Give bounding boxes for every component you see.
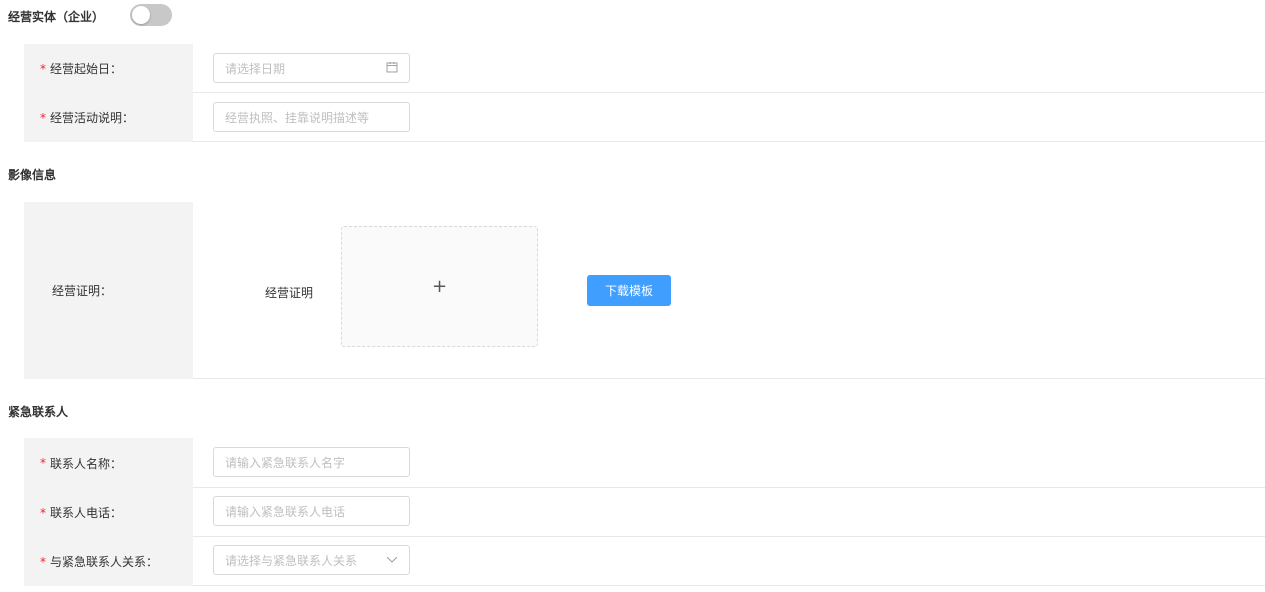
business-start-label: 经营起始日： xyxy=(50,62,123,76)
form-row-contact-phone: * 联系人电话： 请输入紧急联系人电话 xyxy=(24,488,1265,537)
field-label: * 联系人电话： xyxy=(24,488,193,537)
business-start-date-picker[interactable]: 请选择日期 xyxy=(213,53,410,83)
business-activity-input[interactable]: 经营执照、挂靠说明描述等 xyxy=(213,102,410,132)
field-content: 请输入紧急联系人电话 xyxy=(193,488,1265,537)
plus-icon: + xyxy=(431,276,448,297)
contact-relation-placeholder: 请选择与紧急联系人关系 xyxy=(225,553,358,568)
required-mark: * xyxy=(40,110,46,125)
upload-caption: 经营证明 xyxy=(265,286,314,300)
field-content: 经营执照、挂靠说明描述等 xyxy=(193,93,1265,142)
required-mark: * xyxy=(40,456,46,470)
form-row-contact-relation: * 与紧急联系人关系： 请选择与紧急联系人关系 xyxy=(24,537,1265,586)
chevron-down-icon xyxy=(386,553,398,568)
download-template-button[interactable]: 下载模板 xyxy=(587,275,671,306)
field-content: 请选择与紧急联系人关系 xyxy=(193,537,1265,586)
contact-phone-input[interactable]: 请输入紧急联系人电话 xyxy=(213,496,410,526)
required-mark: * xyxy=(40,505,46,520)
field-content: 经营证明 + 下载模板 xyxy=(193,202,1265,379)
contact-name-placeholder: 请输入紧急联系人名字 xyxy=(225,455,346,470)
calendar-icon xyxy=(386,61,398,76)
contact-relation-select[interactable]: 请选择与紧急联系人关系 xyxy=(213,545,410,575)
field-label: * 经营活动说明： xyxy=(24,93,193,142)
upload-area[interactable]: + xyxy=(341,226,538,347)
required-mark: * xyxy=(40,554,46,569)
contact-phone-placeholder: 请输入紧急联系人电话 xyxy=(225,504,346,519)
field-label: 经营证明： xyxy=(24,202,193,379)
business-activity-label: 经营活动说明： xyxy=(50,111,135,125)
form-row-business-proof: 经营证明： 经营证明 + 下载模板 xyxy=(24,202,1265,379)
required-mark: * xyxy=(40,61,46,76)
form-row-business-activity: * 经营活动说明： 经营执照、挂靠说明描述等 xyxy=(24,93,1265,142)
images-section-title: 影像信息 xyxy=(8,168,57,182)
field-label: * 经营起始日： xyxy=(24,44,193,93)
contact-name-input[interactable]: 请输入紧急联系人名字 xyxy=(213,447,410,477)
date-placeholder: 请选择日期 xyxy=(225,61,286,76)
field-content: 请输入紧急联系人名字 xyxy=(193,438,1265,488)
form-row-contact-name: * 联系人名称： 请输入紧急联系人名字 xyxy=(24,438,1265,488)
contact-relation-label: 与紧急联系人关系： xyxy=(50,555,159,569)
contact-name-label: 联系人名称： xyxy=(50,456,123,471)
toggle-knob xyxy=(132,6,150,24)
field-label: * 与紧急联系人关系： xyxy=(24,537,193,586)
form-row-business-start: * 经营起始日： 请选择日期 xyxy=(24,44,1265,93)
emergency-contact-title: 紧急联系人 xyxy=(8,405,69,419)
field-label: * 联系人名称： xyxy=(24,438,193,488)
business-entity-title: 经营实体（企业） xyxy=(8,10,105,24)
activity-placeholder: 经营执照、挂靠说明描述等 xyxy=(225,110,370,125)
business-entity-toggle[interactable] xyxy=(130,4,172,26)
field-content: 请选择日期 xyxy=(193,44,1265,93)
business-proof-label: 经营证明： xyxy=(52,284,113,298)
contact-phone-label: 联系人电话： xyxy=(50,506,123,520)
